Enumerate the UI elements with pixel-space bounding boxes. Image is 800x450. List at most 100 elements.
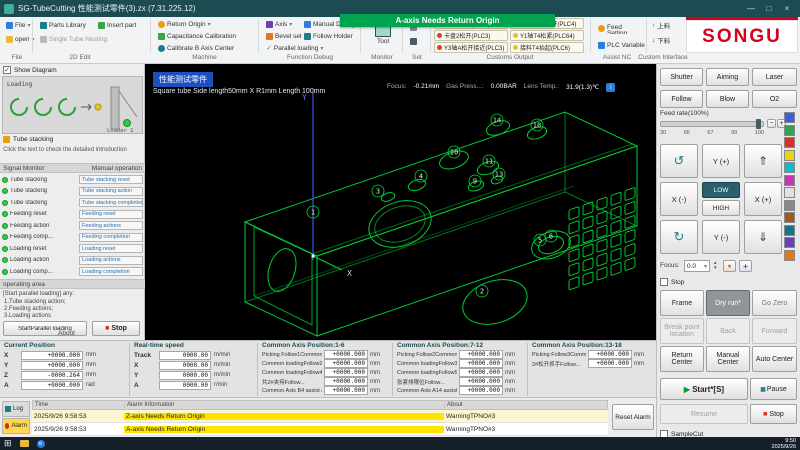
jog-y-plus-button[interactable]: Y (+) [702,144,740,178]
palette-color-swatch[interactable] [784,112,795,123]
slider-thumb[interactable] [756,119,761,129]
return-origin-button[interactable]: Return Origin▾ [154,18,215,30]
palette-color-swatch[interactable] [784,137,795,148]
log-row[interactable]: 2025/9/26 9:58:53A-axis Needs Return Ori… [32,423,608,436]
minimize-button[interactable]: — [742,2,760,15]
stop-button[interactable]: ■Stop [750,404,797,424]
parts-library-button[interactable]: Parts Library [36,19,90,31]
group-caption[interactable]: 2D Edit [60,54,100,64]
manual-operation-button[interactable]: Tube stacking action [79,187,143,196]
customs-output-button[interactable]: Y1轴T4松紧(PLC64) [510,30,584,41]
palette-color-swatch[interactable] [784,250,795,261]
about-link[interactable]: About [58,330,75,337]
palette-color-swatch[interactable] [784,150,795,161]
focus-value-select[interactable]: 0.0▾ [684,260,710,272]
close-button[interactable]: × [778,2,796,15]
palette-color-swatch[interactable] [784,187,795,198]
focus-spinner[interactable]: ▲▼ [713,260,717,270]
feed-rate-slider[interactable] [660,121,764,127]
assist-feed-setting-button[interactable]: Assist Feed Setting [594,21,644,35]
low-speed-button[interactable]: LOW [702,182,740,198]
break-point-location-button[interactable]: Break point location [660,318,704,344]
custom-interface-button[interactable]: ↑上料 [648,19,684,31]
single-tube-nesting-button[interactable]: Single Tube Nesting [36,33,111,45]
focus-aux-button-2[interactable]: + [739,260,752,272]
o2-button[interactable]: O2 [752,90,797,108]
reset-alarm-button[interactable]: Reset Alarm [612,404,654,430]
follow-holder-button[interactable]: Follow Holder [300,30,357,42]
palette-color-swatch[interactable] [784,162,795,173]
group-caption[interactable]: Function Debug [275,54,345,64]
open-button[interactable]: open▾ [2,33,38,45]
taskbar-clock[interactable]: 9:50 2025/9/26 [772,438,796,450]
rotate-a-plus-button[interactable]: ↺ [660,144,698,178]
viewport-3d[interactable]: Y X 12345691011131418 性能测试零件 Square tube… [145,64,656,340]
laser-button[interactable]: Laser [752,68,797,86]
info-icon[interactable]: i [606,83,615,92]
manual-operation-button[interactable]: Tube stacking reset [79,175,143,184]
manual-operation-button[interactable]: Tube stacking completion [79,198,143,207]
manual-operation-button[interactable]: Loading actions [79,256,143,265]
resume-button[interactable]: Resume [660,404,748,424]
parallel-stop-button[interactable]: ■Stop [92,321,140,336]
set-list-button[interactable] [406,35,421,47]
show-diagram-checkbox[interactable]: ✓ Show Diagram [3,66,57,74]
feed-minus-button[interactable]: − [767,119,776,128]
manual-operation-button[interactable]: Loading reset [79,244,143,253]
browser-icon[interactable]: e [37,440,45,448]
group-caption[interactable]: File [2,54,32,64]
jog-x-minus-button[interactable]: X (-) [660,182,698,216]
jog-z-down-button[interactable]: ⇓ [744,220,782,254]
file-menu-button[interactable]: File▾ [2,19,35,31]
group-caption[interactable]: Monitor [362,54,402,64]
manual-operation-button[interactable]: Feeding completion [79,233,143,242]
stop-checkbox[interactable]: Stop [660,278,684,286]
start-button[interactable]: ▶Start*[S] [660,378,748,400]
palette-color-swatch[interactable] [784,212,795,223]
insert-part-button[interactable]: Insert part [94,19,140,31]
palette-color-swatch[interactable] [784,237,795,248]
aiming-button[interactable]: Aiming [706,68,749,86]
plc-variable-button[interactable]: PLC Variable [594,39,649,51]
group-caption[interactable]: Customs Output [475,54,545,64]
folder-icon[interactable] [20,440,29,447]
shutter-button[interactable]: Shutter [660,68,703,86]
custom-interface-button[interactable]: ↓下料 [648,34,684,46]
forward-button[interactable]: Forward [752,318,797,344]
pause-button[interactable]: ▮▮Pause [750,378,797,400]
axis-button[interactable]: Axis▾ [262,18,296,30]
maximize-button[interactable]: □ [760,2,778,15]
palette-color-swatch[interactable] [784,200,795,211]
capacitance-calibration-button[interactable]: Capacitance Calibration [154,30,240,42]
group-caption[interactable]: Machine [182,54,227,64]
tab-alarm[interactable]: Alarm [2,418,30,434]
rotate-a-minus-button[interactable]: ↻ [660,220,698,254]
go-zero-button[interactable]: Go Zero [752,290,797,316]
start-menu-icon[interactable]: ⊞ [4,438,12,449]
jog-y-minus-button[interactable]: Y (-) [702,220,740,254]
tube-stacking-item[interactable]: Tube stacking [3,136,53,143]
focus-aux-button-1[interactable]: ● [723,260,736,272]
tab-log[interactable]: Log [2,401,30,417]
parallel-loading-button[interactable]: ✓Parallel loading▾ [262,42,327,54]
dry-run-button[interactable]: Dry run* [706,290,750,316]
manual-center-button[interactable]: Manual Center [706,346,750,372]
follow-button[interactable]: Follow [660,90,703,108]
log-row[interactable]: 2025/9/26 9:58:53Z-axis Needs Return Ori… [32,410,608,423]
group-caption[interactable]: Set [402,54,432,64]
blow-button[interactable]: Blow [706,90,749,108]
palette-color-swatch[interactable] [784,225,795,236]
jog-z-up-button[interactable]: ⇑ [744,144,782,178]
calibrate-axis-center-button[interactable]: Calibrate B Axis Center [154,42,238,54]
palette-color-swatch[interactable] [784,175,795,186]
back-button[interactable]: Back [706,318,750,344]
frame-button[interactable]: Frame [660,290,704,316]
customs-output-button[interactable]: Y3轴A松开接近(PLC3) [434,42,508,53]
manual-operation-button[interactable]: Feeding actions [79,221,143,230]
manual-operation-button[interactable]: Loading completion [79,267,143,276]
jog-x-plus-button[interactable]: X (+) [744,182,782,216]
palette-color-swatch[interactable] [784,125,795,136]
return-center-button[interactable]: Return Center [660,346,704,372]
auto-center-button[interactable]: Auto Center [752,346,797,372]
customs-output-button[interactable]: 卡盘2松开(PLC3) [434,30,508,41]
